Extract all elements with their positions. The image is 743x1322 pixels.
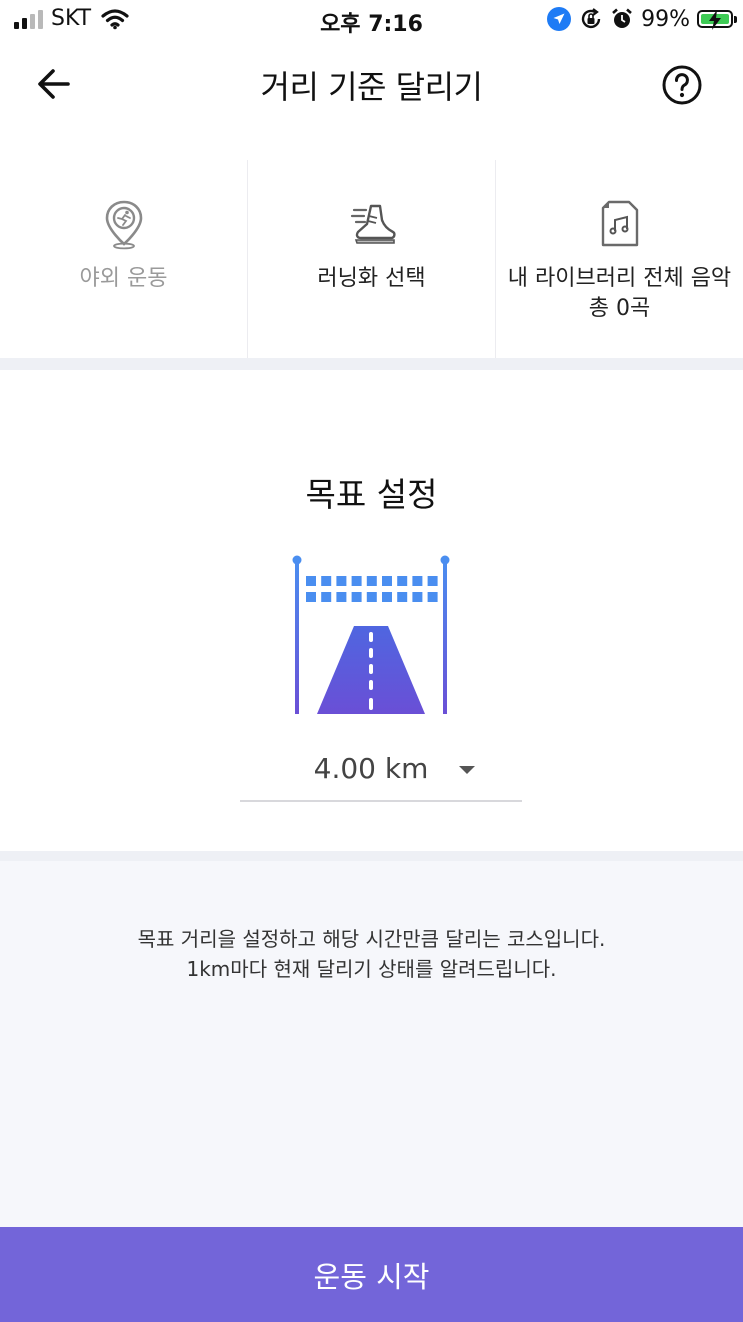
- description-line-1: 목표 거리을 설정하고 해당 시간만큼 달리는 코스입니다.: [137, 927, 606, 951]
- music-count-label: 총 0곡: [588, 296, 651, 321]
- shoes-option[interactable]: 러닝화 선택: [247, 160, 495, 360]
- goal-title: 목표 설정: [305, 475, 438, 514]
- section-divider: [0, 358, 743, 370]
- page-title: 거리 기준 달리기: [260, 68, 483, 106]
- outdoor-label: 야외 운동: [79, 266, 168, 291]
- map-pin-runner-icon: [105, 200, 142, 250]
- music-option[interactable]: 내 라이브러리 전체 음악 총 0곡: [495, 160, 743, 360]
- music-label: 내 라이브러리 전체 음악 총 0곡: [496, 264, 743, 324]
- start-workout-label: 운동 시작: [313, 1260, 430, 1294]
- shoes-label: 러닝화 선택: [317, 266, 426, 291]
- rotation-lock-icon: [581, 8, 601, 29]
- running-shoe-icon: [350, 204, 396, 244]
- location-icon: [547, 7, 572, 31]
- question-circle-icon[interactable]: [661, 64, 703, 106]
- battery-percent: 99%: [641, 6, 690, 32]
- outdoor-option[interactable]: 야외 운동: [0, 160, 247, 360]
- status-right: 99%: [546, 6, 737, 32]
- status-bar: SKT 오후 7:16 99%: [0, 0, 743, 42]
- battery-charging-icon: [697, 10, 737, 30]
- alarm-icon: [612, 8, 632, 28]
- options-row: 야외 운동 러닝화 선택 내 라이브러리 전체 음악 총 0곡: [0, 160, 743, 360]
- music-file-icon: [601, 200, 638, 247]
- section-divider-2: [0, 851, 743, 861]
- music-library-label: 내 라이브러리 전체 음악: [507, 266, 732, 291]
- description-panel: 목표 거리을 설정하고 해당 시간만큼 달리는 코스입니다. 1km마다 현재 …: [0, 861, 743, 1227]
- caret-down-icon: [459, 766, 475, 774]
- finish-line-road-icon: [292, 555, 450, 714]
- description-line-2: 1km마다 현재 달리기 상태를 알려드립니다.: [186, 957, 557, 981]
- nav-bar: 거리 기준 달리기: [0, 42, 743, 126]
- distance-select[interactable]: 4.00 km: [240, 740, 522, 802]
- start-workout-button[interactable]: 운동 시작: [0, 1227, 743, 1322]
